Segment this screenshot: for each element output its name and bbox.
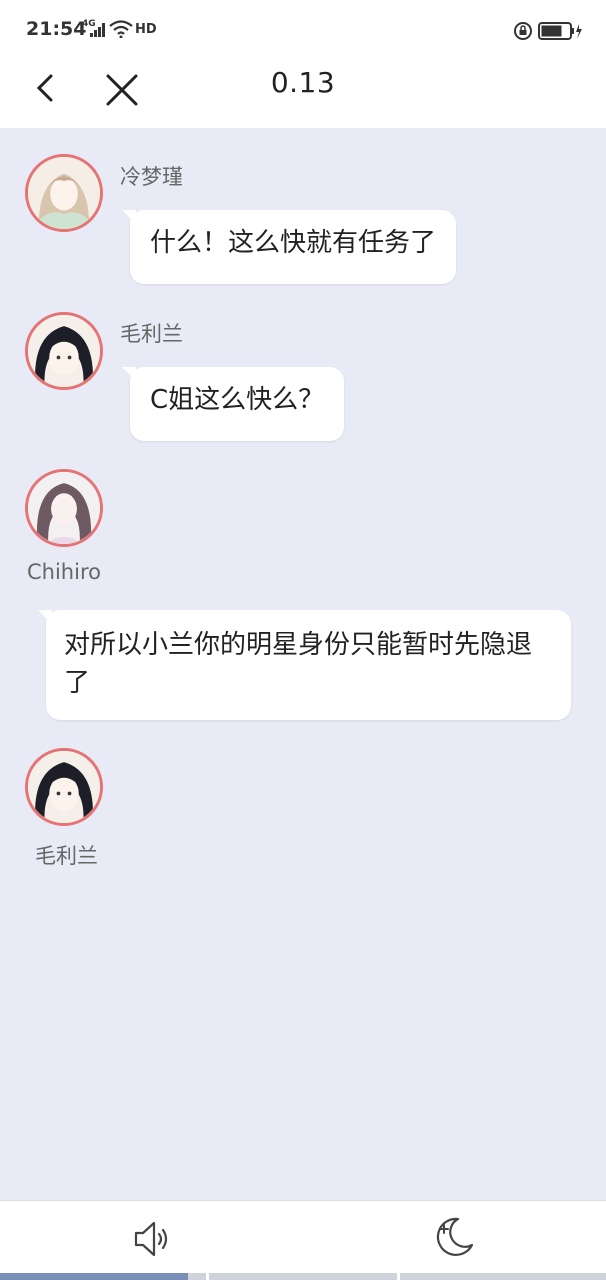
message-bubble[interactable]: 对所以小兰你的明星身份只能暂时先隐退了 [38,610,571,720]
wifi-icon [109,20,133,42]
status-time: 21:54 [26,18,87,40]
navigation-bar: 0.13 [0,60,606,128]
sound-button[interactable] [128,1215,176,1263]
avatar-dark-haired-girl[interactable] [25,748,103,826]
message-bubble[interactable]: 什么！这么快就有任务了 [121,210,457,284]
chat-area[interactable]: 冷梦瑾 什么！这么快就有任务了 毛利兰 C姐这么快么？ Chihiro 对所以小… [0,128,606,1200]
moon-icon [436,1217,474,1256]
battery-icon [538,21,584,45]
sender-name: 毛利兰 [120,322,183,346]
message-text: C姐这么快么？ [150,385,325,415]
status-bar: 21:54 4G HD [0,0,606,60]
sender-name: Chihiro [27,560,101,584]
page-title: 0.13 [270,66,336,99]
avatar-long-haired-woman[interactable] [25,469,103,547]
message-bubble[interactable]: C姐这么快么？ [121,367,345,441]
progress-fill [0,1273,188,1280]
progress-segment [400,1273,606,1280]
sender-name: 冷梦瑾 [120,165,183,189]
night-mode-button[interactable] [430,1213,478,1261]
bottom-toolbar [0,1200,606,1280]
message-text: 什么！这么快就有任务了 [150,228,437,258]
sender-name: 毛利兰 [35,844,98,868]
reading-progress [0,1273,606,1280]
avatar-pink-haired-girl[interactable] [25,154,103,232]
rotation-lock-icon [513,21,533,45]
signal-icon [90,22,106,41]
hd-indicator: HD [135,22,157,37]
message-text: 对所以小兰你的明星身份只能暂时先隐退了 [64,630,533,698]
progress-segment [209,1273,397,1280]
speaker-icon [134,1221,168,1257]
avatar-dark-haired-girl[interactable] [25,312,103,390]
